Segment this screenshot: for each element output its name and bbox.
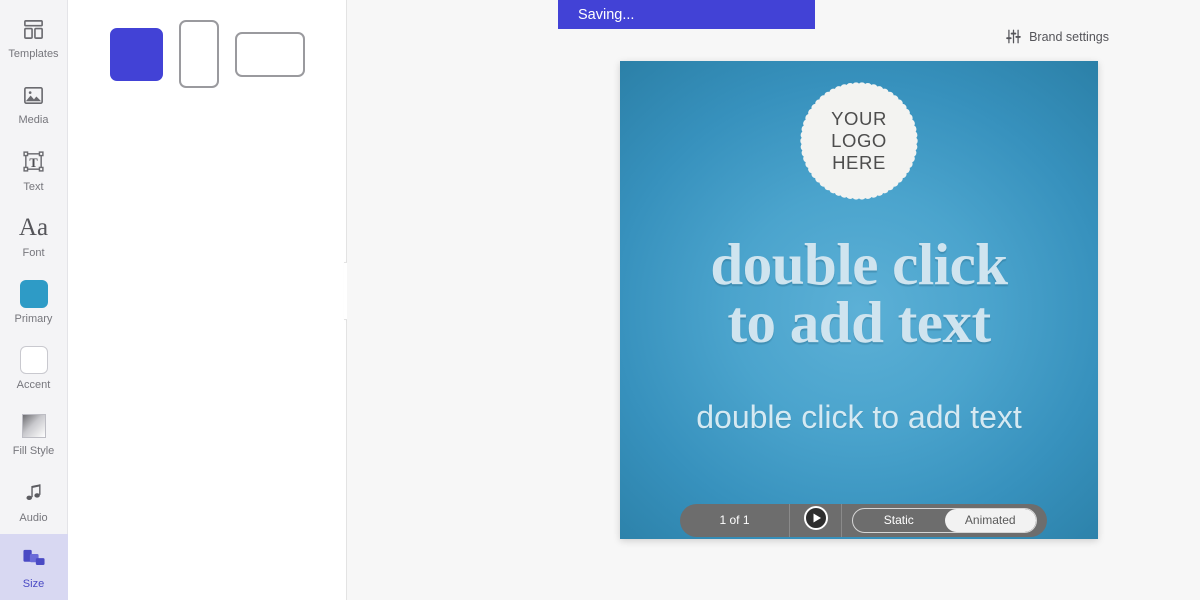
design-canvas-wrapper[interactable]: YOUR LOGO HERE double click to add text … bbox=[620, 61, 1098, 539]
headline-line-1: double click bbox=[710, 231, 1008, 297]
size-panel bbox=[68, 0, 363, 600]
gradient-swatch-icon bbox=[21, 411, 46, 441]
play-preview-button[interactable] bbox=[790, 504, 842, 537]
logo-line-3: HERE bbox=[832, 151, 886, 173]
sidebar-item-templates[interactable]: Templates bbox=[0, 4, 68, 70]
music-note-icon bbox=[23, 478, 45, 508]
canvas-headline-text[interactable]: double click to add text bbox=[620, 231, 1098, 356]
page-indicator: 1 of 1 bbox=[680, 504, 790, 537]
design-editor-app: Templates Media T Text Aa Font Primary A… bbox=[0, 0, 1200, 600]
sidebar-item-label: Size bbox=[22, 577, 45, 590]
canvas-subhead-text[interactable]: double click to add text bbox=[666, 398, 1052, 437]
sidebar-item-media[interactable]: Media bbox=[0, 70, 68, 136]
sidebar-item-font[interactable]: Aa Font bbox=[0, 203, 68, 269]
design-canvas[interactable]: YOUR LOGO HERE double click to add text … bbox=[620, 61, 1098, 539]
static-animated-toggle[interactable]: Static Animated bbox=[852, 508, 1037, 533]
sidebar-item-label: Accent bbox=[16, 379, 51, 392]
text-box-icon: T bbox=[22, 147, 45, 177]
brand-settings-button[interactable]: Brand settings bbox=[1006, 29, 1109, 44]
sidebar-item-label: Media bbox=[18, 114, 49, 127]
sidebar-item-label: Audio bbox=[19, 511, 48, 524]
saving-status-banner: Saving... bbox=[558, 0, 815, 29]
left-tool-rail: Templates Media T Text Aa Font Primary A… bbox=[0, 0, 68, 600]
saving-status-text: Saving... bbox=[578, 6, 635, 23]
sidebar-item-label: Fill Style bbox=[12, 445, 55, 458]
sidebar-item-size[interactable]: Size bbox=[0, 533, 68, 600]
sidebar-item-fill-style[interactable]: Fill Style bbox=[0, 401, 68, 467]
toggle-option-static[interactable]: Static bbox=[853, 509, 945, 532]
sliders-icon bbox=[1006, 29, 1021, 44]
color-swatch-primary-icon bbox=[19, 279, 48, 309]
play-circle-icon bbox=[803, 506, 828, 535]
brand-settings-label: Brand settings bbox=[1029, 29, 1109, 44]
canvas-bottom-toolbar: 1 of 1 Static Animated bbox=[680, 504, 1047, 537]
headline-line-2: to add text bbox=[727, 289, 991, 356]
logo-line-2: LOGO bbox=[831, 130, 887, 152]
sidebar-item-label: Text bbox=[23, 180, 44, 193]
logo-placeholder[interactable]: YOUR LOGO HERE bbox=[800, 82, 918, 200]
sidebar-item-accent[interactable]: Accent bbox=[0, 335, 68, 401]
color-swatch-accent-icon bbox=[19, 345, 48, 375]
image-icon bbox=[22, 80, 45, 110]
svg-text:T: T bbox=[29, 156, 38, 170]
layout-grid-icon bbox=[22, 14, 45, 44]
ratio-option-portrait[interactable] bbox=[179, 20, 219, 88]
logo-placeholder-text: YOUR LOGO HERE bbox=[805, 87, 913, 195]
editor-main-area: Saving... Brand settings YOUR LOGO HERE … bbox=[347, 0, 1200, 600]
aspect-ratio-options bbox=[110, 20, 346, 88]
toggle-option-animated[interactable]: Animated bbox=[944, 509, 1036, 532]
sidebar-item-audio[interactable]: Audio bbox=[0, 468, 68, 534]
logo-line-1: YOUR bbox=[831, 108, 887, 130]
ratio-option-landscape[interactable] bbox=[235, 31, 305, 77]
sidebar-item-label: Primary bbox=[14, 312, 53, 325]
resize-shapes-icon bbox=[22, 544, 46, 574]
sidebar-item-text[interactable]: T Text bbox=[0, 136, 68, 202]
sidebar-item-label: Templates bbox=[8, 48, 59, 61]
font-aa-icon: Aa bbox=[18, 214, 49, 242]
sidebar-item-label: Font bbox=[22, 246, 45, 259]
ratio-option-square[interactable] bbox=[110, 27, 163, 81]
sidebar-item-primary[interactable]: Primary bbox=[0, 269, 68, 335]
